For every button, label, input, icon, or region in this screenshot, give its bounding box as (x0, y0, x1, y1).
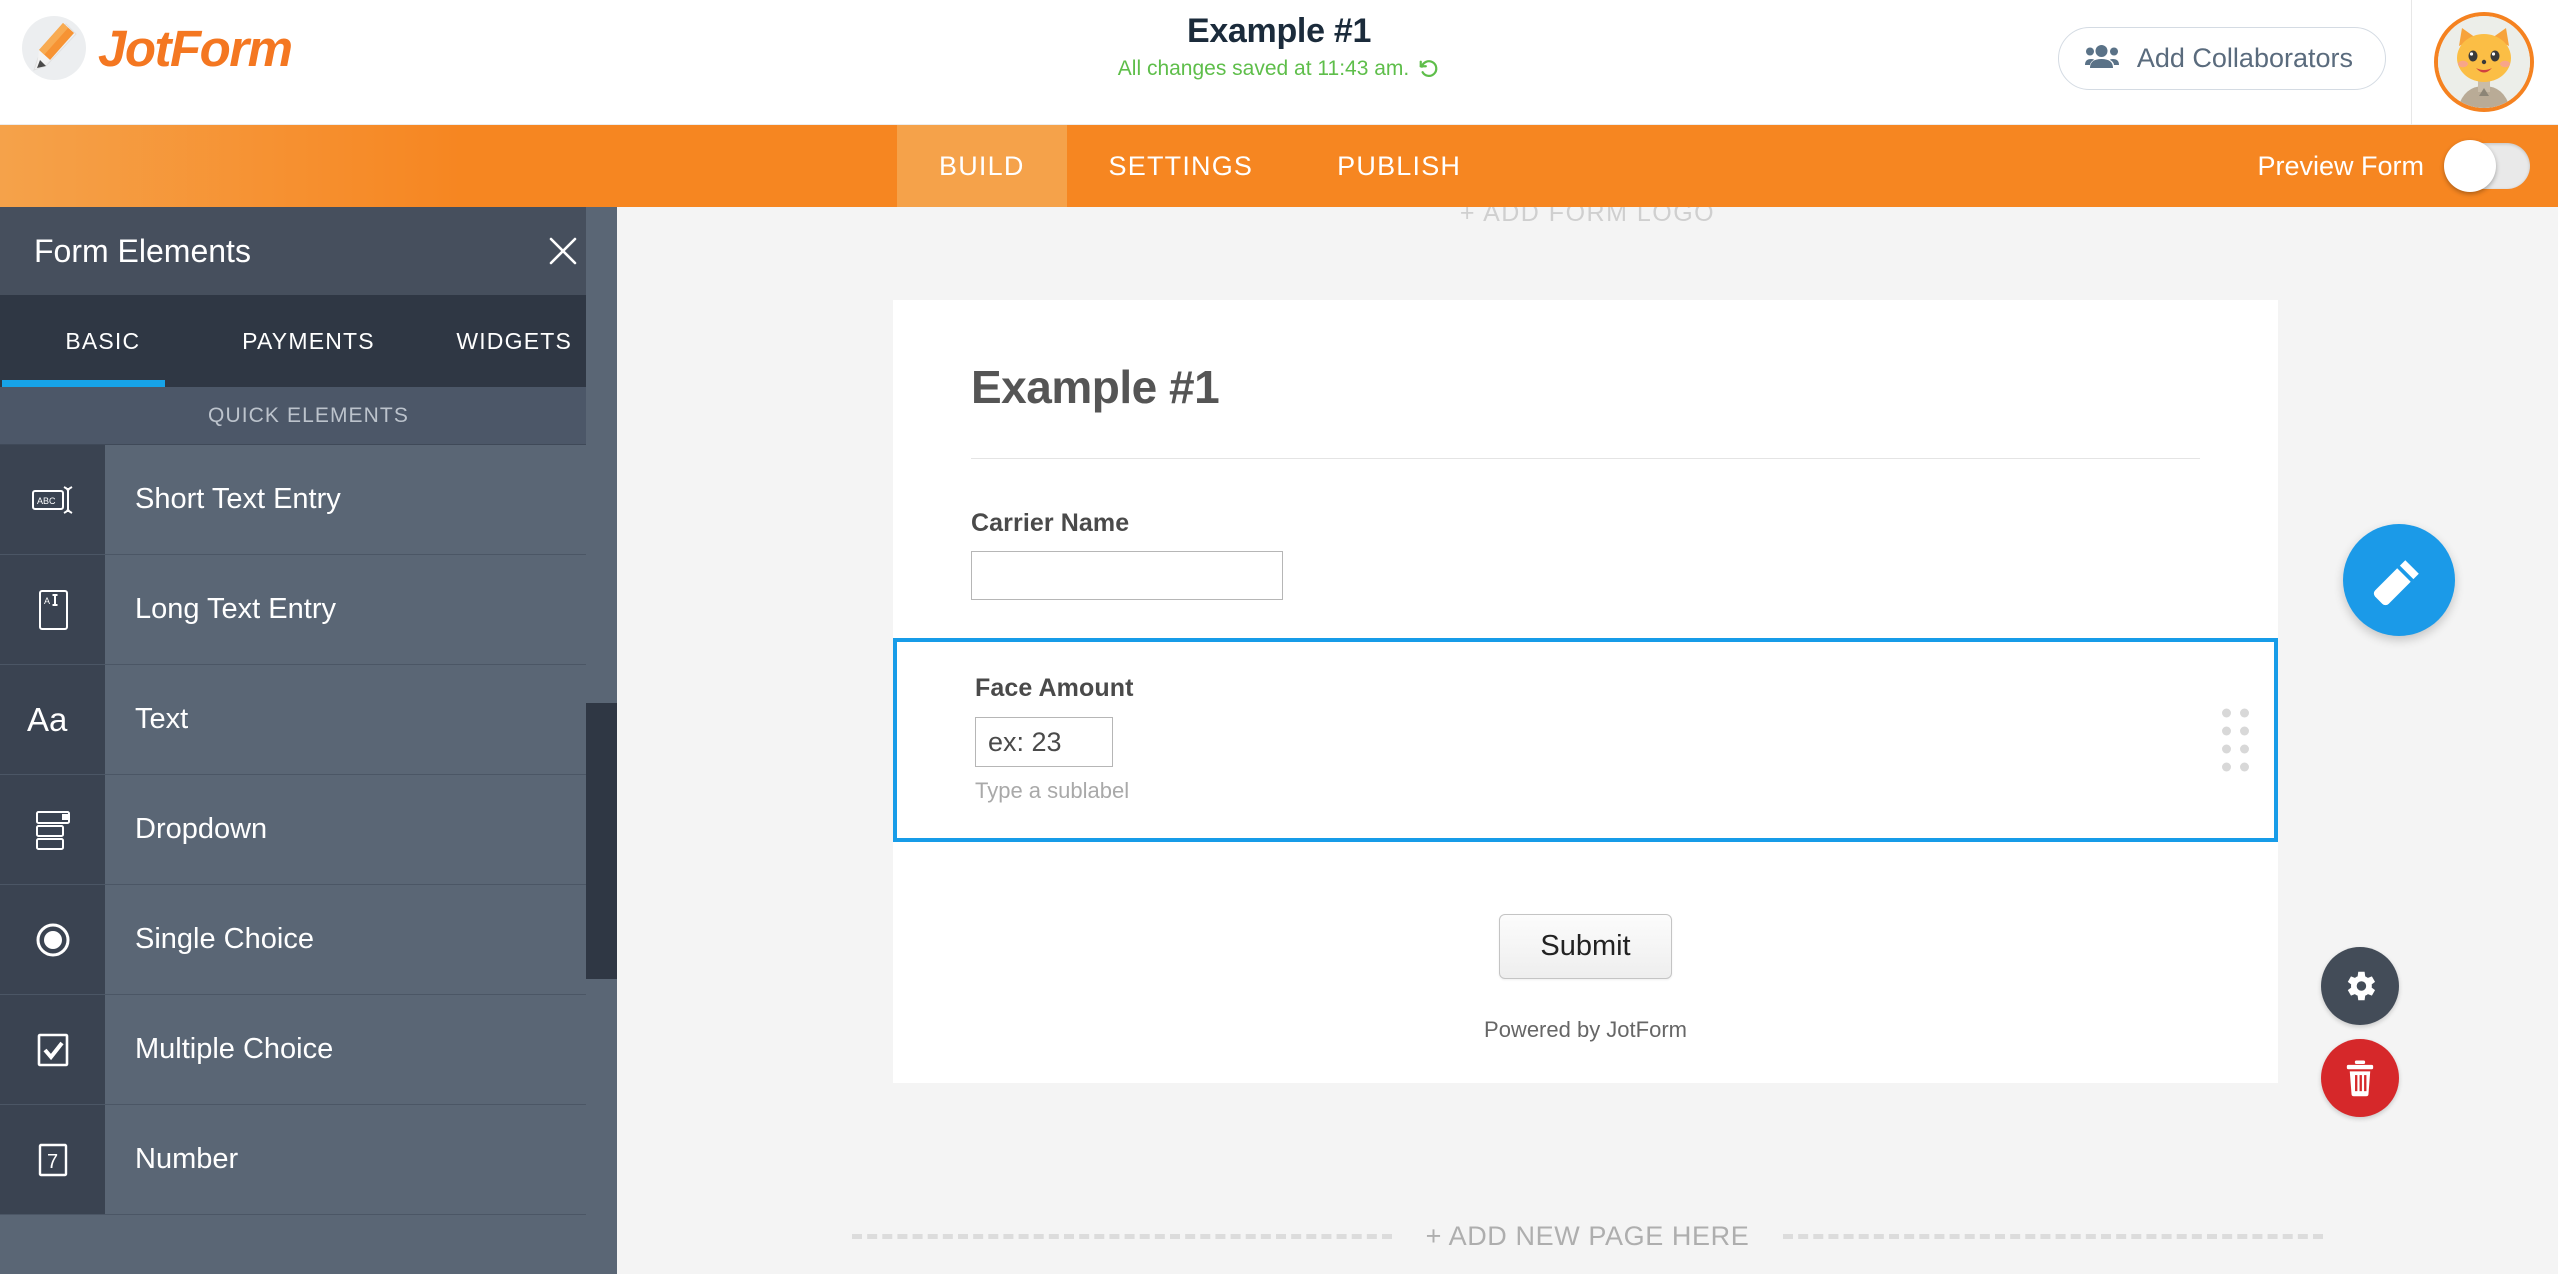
drag-dot (2240, 726, 2249, 736)
field-carrier-name[interactable]: Carrier Name (971, 509, 2200, 600)
trash-icon (2346, 1060, 2374, 1097)
list-item-single-choice[interactable]: Single Choice (0, 885, 617, 995)
submit-area: Submit (971, 914, 2200, 979)
toggle-knob (2444, 140, 2496, 192)
field-sublabel[interactable]: Type a sublabel (975, 778, 2196, 804)
drag-dot (2222, 744, 2231, 754)
submit-button[interactable]: Submit (1499, 914, 1672, 979)
list-item-text[interactable]: Aa Text (0, 665, 617, 775)
list-item-dropdown[interactable]: Dropdown (0, 775, 617, 885)
abc-textbox-icon: ABC (0, 445, 105, 554)
preview-form-label: Preview Form (2257, 150, 2424, 181)
field-properties-button[interactable] (2321, 947, 2399, 1025)
field-label: Face Amount (975, 674, 1134, 702)
field-action-buttons (2321, 947, 2399, 1117)
field-label: Carrier Name (971, 509, 1130, 537)
panel-title: Form Elements (34, 232, 251, 269)
drag-dot (2222, 762, 2231, 772)
gear-icon (2347, 971, 2376, 1001)
save-status: All changes saved at 11:43 am. (1118, 57, 1440, 81)
form-heading[interactable]: Example #1 (971, 360, 2200, 414)
add-collaborators-button[interactable]: Add Collaborators (2057, 27, 2386, 90)
header-divider (2411, 0, 2412, 125)
logo-text: JotForm (98, 19, 293, 77)
carrier-name-input[interactable] (971, 551, 1283, 600)
heading-divider (971, 458, 2200, 459)
add-new-page-label[interactable]: + ADD NEW PAGE HERE (1392, 1221, 1784, 1252)
panel-header: Form Elements (0, 207, 617, 295)
field-delete-button[interactable] (2321, 1039, 2399, 1117)
avatar[interactable] (2434, 12, 2534, 112)
drag-dot (2222, 708, 2231, 718)
top-header: JotForm Example #1 All changes saved at … (0, 0, 2558, 125)
list-item-long-text-entry[interactable]: A Long Text Entry (0, 555, 617, 665)
add-collaborators-label: Add Collaborators (2136, 43, 2353, 73)
textarea-icon: A (0, 555, 105, 664)
panel-tab-payments[interactable]: PAYMENTS (206, 328, 412, 355)
list-item-label: Multiple Choice (105, 995, 617, 1104)
drag-dot (2222, 726, 2231, 736)
number-icon: 7 (0, 1105, 105, 1214)
checkbox-icon (0, 995, 105, 1104)
list-item-label: Single Choice (105, 885, 617, 994)
magic-wand-icon (2373, 560, 2419, 606)
form-canvas: + ADD FORM LOGO Example #1 Carrier Name … (617, 207, 2558, 1274)
form-elements-panel: Form Elements BASIC PAYMENTS WIDGETS QUI… (0, 207, 617, 1274)
tab-build[interactable]: BUILD (897, 125, 1067, 207)
list-item-label: Long Text Entry (105, 555, 617, 664)
drag-handle-icon[interactable] (2222, 708, 2249, 772)
dashed-line-left (851, 1234, 1392, 1239)
svg-text:Aa: Aa (27, 701, 68, 738)
face-amount-input[interactable]: ex: 23 (975, 717, 1113, 767)
form-card: Example #1 Carrier Name Face Amount ex: … (893, 300, 2278, 1083)
drag-dot (2240, 744, 2249, 754)
dropdown-icon (0, 775, 105, 884)
drag-dot (2240, 708, 2249, 718)
active-tab-indicator (2, 380, 165, 387)
save-status-text: All changes saved at 11:43 am. (1117, 56, 1410, 80)
list-item-label: Number (105, 1105, 617, 1214)
nav-tabs: BUILD SETTINGS PUBLISH (897, 125, 1503, 207)
list-item-label: Short Text Entry (105, 445, 617, 554)
list-item-label: Dropdown (105, 775, 617, 884)
preview-toggle-switch[interactable] (2444, 140, 2530, 192)
close-icon[interactable] (543, 231, 583, 271)
list-item-multiple-choice[interactable]: Multiple Choice (0, 995, 617, 1105)
list-item-short-text-entry[interactable]: ABC Short Text Entry (0, 445, 617, 555)
form-elements-list: ABC Short Text Entry A Long Text Entry A… (0, 445, 617, 1215)
panel-tab-basic[interactable]: BASIC (0, 328, 206, 355)
powered-by-label: Powered by JotForm (1484, 1017, 1687, 1042)
field-face-amount[interactable]: Face Amount ex: 23 Type a sublabel (893, 638, 2278, 842)
radio-icon (0, 885, 105, 994)
drag-dot (2240, 762, 2249, 772)
dashed-line-right (1783, 1234, 2324, 1239)
pencil-icon (22, 16, 86, 80)
quick-elements-header: QUICK ELEMENTS (0, 387, 617, 445)
tab-settings[interactable]: SETTINGS (1067, 125, 1296, 207)
aa-text-icon: Aa (0, 665, 105, 774)
list-item-label: Text (105, 665, 617, 774)
svg-text:ABC: ABC (37, 496, 56, 506)
magic-wand-button[interactable] (2343, 524, 2455, 636)
tab-publish[interactable]: PUBLISH (1295, 125, 1503, 207)
list-item-number[interactable]: 7 Number (0, 1105, 617, 1215)
main-navbar: BUILD SETTINGS PUBLISH Preview Form (0, 125, 2558, 207)
add-new-page-row[interactable]: + ADD NEW PAGE HERE (617, 1221, 2558, 1252)
preview-form-toggle[interactable]: Preview Form (2257, 125, 2530, 207)
add-form-logo-hint[interactable]: + ADD FORM LOGO (617, 207, 2558, 228)
panel-scroll-thumb[interactable] (586, 703, 617, 979)
jotform-logo[interactable]: JotForm (22, 16, 293, 80)
panel-scrollbar[interactable] (586, 207, 617, 1274)
people-icon (2084, 43, 2119, 74)
svg-text:A: A (44, 596, 50, 606)
panel-tabs: BASIC PAYMENTS WIDGETS (0, 295, 617, 387)
undo-icon[interactable] (1418, 58, 1440, 80)
svg-text:7: 7 (47, 1151, 58, 1173)
